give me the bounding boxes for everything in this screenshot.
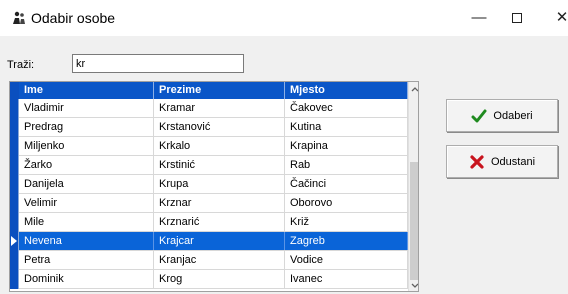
checkmark-icon [471,109,487,122]
cell-prezime: Krznar [154,194,285,212]
maximize-button[interactable] [507,8,527,28]
cell-mjesto: Čačinci [285,175,408,193]
cell-mjesto: Čakovec [285,99,408,117]
cell-mjesto: Rab [285,156,408,174]
cell-mjesto: Krapina [285,137,408,155]
table-row[interactable]: Miljenko Krkalo Krapina [10,137,408,156]
table-row[interactable]: Mile Krznarić Križ [10,213,408,232]
chevron-down-icon [411,283,418,288]
row-indicator[interactable] [10,232,19,251]
select-button-label: Odaberi [493,109,533,122]
cell-ime: Miljenko [19,137,154,155]
cell-ime: Vladimir [19,99,154,117]
search-input[interactable] [72,54,244,73]
table-row[interactable]: Danijela Krupa Čačinci [10,175,408,194]
cell-prezime: Kranjac [154,251,285,269]
cell-ime: Predrag [19,118,154,136]
scrollbar-thumb[interactable] [410,162,418,280]
close-button[interactable]: ✕ [552,8,568,28]
select-button[interactable]: Odaberi [446,99,558,132]
cell-ime: Danijela [19,175,154,193]
row-indicator[interactable] [10,156,19,175]
scroll-down-button[interactable] [409,279,418,291]
cell-mjesto: Zagreb [285,232,408,250]
cell-mjesto: Kutina [285,118,408,136]
table-row[interactable]: Vladimir Kramar Čakovec [10,99,408,118]
row-indicator[interactable] [10,175,19,194]
table-row[interactable]: Velimir Krznar Oborovo [10,194,408,213]
row-indicator[interactable] [10,194,19,213]
row-indicator[interactable] [10,251,19,270]
row-indicator[interactable] [10,118,19,137]
cell-mjesto: Vodice [285,251,408,269]
cell-prezime: Krstanović [154,118,285,136]
cell-ime: Nevena [19,232,154,250]
cell-prezime: Kramar [154,99,285,117]
dialog-body: Traži: Ime Prezime Mjesto Vladimir Krama… [0,36,568,294]
window-title: Odabir osobe [31,10,116,26]
cancel-button-label: Odustani [490,155,536,168]
cell-prezime: Krog [154,270,285,288]
column-header-prezime[interactable]: Prezime [154,82,285,99]
current-row-pointer-icon [11,236,17,246]
cancel-button[interactable]: Odustani [446,145,558,178]
cell-ime: Petra [19,251,154,269]
scroll-up-button[interactable] [409,82,418,96]
grid-header: Ime Prezime Mjesto [10,82,408,99]
cell-prezime: Krkalo [154,137,285,155]
chevron-up-icon [411,87,418,92]
persons-grid[interactable]: Ime Prezime Mjesto Vladimir Kramar Čakov… [9,81,419,292]
column-header-ime[interactable]: Ime [19,82,154,99]
title-bar: Odabir osobe — ✕ [0,0,568,36]
cell-mjesto: Oborovo [285,194,408,212]
minimize-button[interactable]: — [469,8,489,28]
table-row[interactable]: Dominik Krog Ivanec [10,270,408,289]
row-indicator[interactable] [10,137,19,156]
search-label: Traži: [7,59,35,71]
row-indicator[interactable] [10,270,19,289]
vertical-scrollbar[interactable] [408,82,418,291]
column-header-mjesto[interactable]: Mjesto [285,82,408,99]
table-row[interactable]: Predrag Krstanović Kutina [10,118,408,137]
cell-ime: Žarko [19,156,154,174]
cell-ime: Velimir [19,194,154,212]
table-row[interactable]: Petra Kranjac Vodice [10,251,408,270]
cell-ime: Dominik [19,270,154,288]
persons-icon [13,11,25,24]
maximize-icon [512,13,522,23]
cell-prezime: Krstinić [154,156,285,174]
cell-ime: Mile [19,213,154,231]
cell-prezime: Krznarić [154,213,285,231]
row-indicator[interactable] [10,99,19,118]
row-indicator[interactable] [10,213,19,232]
table-row-selected[interactable]: Nevena Krajcar Zagreb [10,232,408,251]
cell-prezime: Krajcar [154,232,285,250]
cell-mjesto: Križ [285,213,408,231]
cell-prezime: Krupa [154,175,285,193]
table-row[interactable]: Žarko Krstinić Rab [10,156,408,175]
header-indicator [10,82,19,99]
cell-mjesto: Ivanec [285,270,408,288]
x-icon [470,154,484,169]
